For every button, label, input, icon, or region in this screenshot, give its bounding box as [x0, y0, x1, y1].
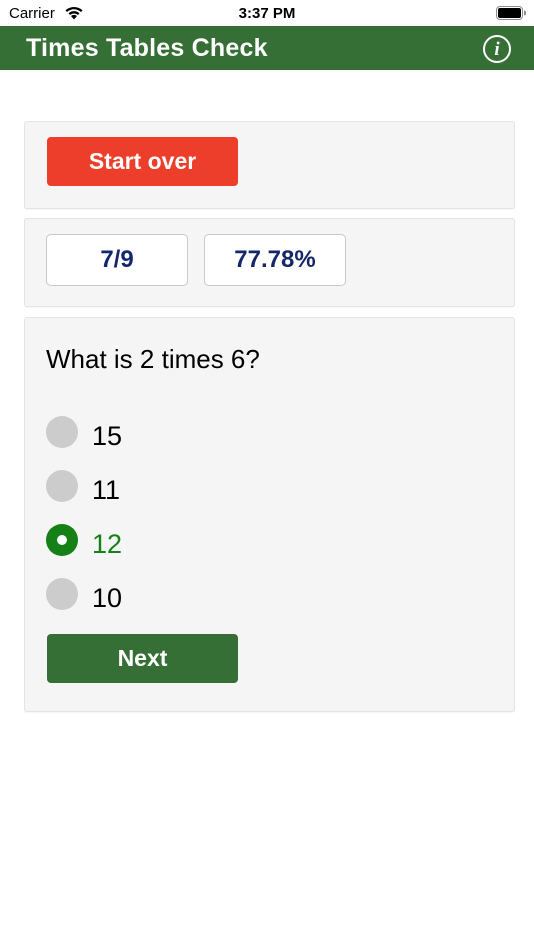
answer-option-3[interactable]: 12: [46, 524, 346, 568]
page-title: Times Tables Check: [26, 34, 268, 62]
question-text: What is 2 times 6?: [46, 344, 260, 374]
score-panel: 7/9 77.78%: [24, 218, 515, 307]
info-button[interactable]: i: [483, 35, 511, 63]
status-bar: Carrier 3:37 PM: [0, 0, 534, 26]
info-icon: i: [494, 39, 500, 60]
nav-bar: Times Tables Check i: [0, 26, 534, 70]
radio-button-selected[interactable]: [46, 524, 78, 556]
answer-option-2[interactable]: 11: [46, 470, 346, 514]
radio-button[interactable]: [46, 578, 78, 610]
option-label: 11: [92, 475, 121, 505]
score-percent: 77.78%: [204, 234, 346, 286]
score-count: 7/9: [46, 234, 188, 286]
controls-panel: Start over: [24, 121, 515, 209]
start-over-button[interactable]: Start over: [47, 137, 238, 186]
answer-option-1[interactable]: 15: [46, 416, 346, 460]
question-panel: What is 2 times 6? 15 11 12 10 Next: [24, 317, 515, 712]
answer-option-4[interactable]: 10: [46, 578, 346, 622]
next-button[interactable]: Next: [47, 634, 238, 683]
option-label: 10: [92, 583, 123, 613]
status-time: 3:37 PM: [238, 5, 296, 22]
option-label: 15: [92, 421, 123, 451]
radio-button[interactable]: [46, 416, 78, 448]
battery-icon: [496, 6, 526, 20]
radio-button[interactable]: [46, 470, 78, 502]
option-label: 12: [92, 529, 123, 559]
